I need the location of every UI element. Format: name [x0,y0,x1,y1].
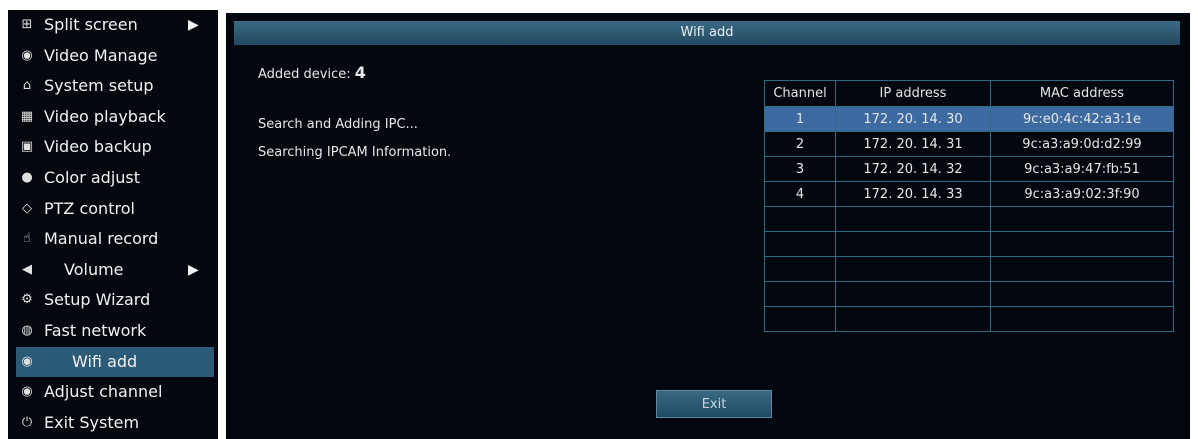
menu-item-label: Video playback [44,106,166,126]
status-line-2: Searching IPCAM Information. [258,145,452,160]
cell-ip-address [835,281,991,307]
table-row[interactable]: 2 172. 20. 14. 31 9c:a3:a9:0d:d2:99 [764,131,1174,157]
table-header-row: Channel IP address MAC address [764,80,1174,107]
camera-icon: ◉ [21,47,33,63]
cell-channel [764,256,836,282]
submenu-arrow-icon: ▶ [188,17,199,33]
header-mac-address: MAC address [990,80,1174,107]
menu-item-split-screen[interactable]: ⊞ Split screen ▶ [8,10,218,40]
menu-item-video-manage[interactable]: ◉ Video Manage [8,41,218,71]
cell-channel: 2 [764,131,836,157]
cell-ip-address: 172. 20. 14. 32 [835,156,991,182]
table-row[interactable] [764,206,1174,232]
added-device-label: Added device: [258,67,351,82]
table-row[interactable] [764,256,1174,282]
menu-item-label: System setup [44,76,154,96]
cell-mac-address: 9c:a3:a9:02:3f:90 [990,181,1174,207]
camera-icon: ◉ [21,353,33,369]
submenu-arrow-icon: ▶ [188,261,199,278]
grid-icon: ⊞ [21,17,33,32]
cell-mac-address: 9c:e0:4c:42:a3:1e [990,106,1174,132]
wifi-add-dialog: Wifi add Added device: 4 Search and Addi… [226,13,1190,439]
menu-item-label: Video backup [44,137,152,157]
menu-item-fast-network[interactable]: ◍ Fast network [8,316,218,346]
cell-ip-address: 172. 20. 14. 31 [835,131,991,157]
menu-item-label: Adjust channel [44,382,163,402]
cell-mac-address: 9c:a3:a9:47:fb:51 [990,156,1174,182]
side-menu: ⊞ Split screen ▶ ◉ Video Manage ⌂ System setup… [8,10,218,439]
film-icon: ▦ [20,108,34,124]
exit-button[interactable]: Exit [656,390,772,418]
wizard-icon: ⚙ [21,292,33,308]
menu-item-ptz-control[interactable]: ◇ PTZ control [8,194,218,224]
menu-item-label: Manual record [44,229,159,249]
floppy-icon: ▣ [20,139,34,155]
speaker-icon: ◀ [22,261,32,277]
menu-item-adjust-channel[interactable]: ◉ Adjust channel [8,377,218,407]
cell-mac-address [990,231,1174,257]
hand-icon: ☝ [23,231,31,247]
network-icon: ◍ [21,323,33,338]
table-row[interactable] [764,231,1174,257]
dialog-title: Wifi add [234,21,1180,45]
cell-channel [764,206,836,232]
menu-item-label: Wifi add [72,351,138,371]
menu-item-wifi-add[interactable]: ◉ Wifi add [16,346,214,377]
menu-item-exit-system[interactable]: ⏻ Exit System [8,408,218,438]
table-row[interactable]: 3 172. 20. 14. 32 9c:a3:a9:47:fb:51 [764,156,1174,182]
device-table: Channel IP address MAC address 1 172. 20.… [764,80,1174,332]
header-ip-address: IP address [835,80,991,107]
cell-ip-address [835,306,991,332]
added-device-row: Added device: 4 [258,63,366,82]
power-icon: ⏻ [21,414,33,430]
cell-mac-address [990,306,1174,332]
menu-item-video-backup[interactable]: ▣ Video backup [8,132,218,162]
cell-channel: 4 [764,181,836,207]
cell-ip-address [835,256,991,282]
menu-item-manual-record[interactable]: ☝ Manual record [8,224,218,254]
menu-item-video-playback[interactable]: ▦ Video playback [8,102,218,132]
menu-item-volume[interactable]: ◀ Volume ▶ [8,255,218,285]
cell-ip-address [835,231,991,257]
menu-item-label: Volume [64,259,124,279]
menu-item-label: Video Manage [44,45,158,65]
cell-ip-address: 172. 20. 14. 30 [835,106,991,132]
menu-item-label: Split screen [44,15,138,34]
cell-channel: 3 [764,156,836,182]
house-icon: ⌂ [22,78,32,94]
menu-item-system-setup[interactable]: ⌂ System setup [8,71,218,101]
table-row[interactable] [764,306,1174,332]
table-row[interactable] [764,281,1174,307]
menu-item-color-adjust[interactable]: ● Color adjust [8,163,218,193]
cell-ip-address [835,206,991,232]
cell-mac-address [990,281,1174,307]
menu-item-label: Setup Wizard [44,290,151,310]
menu-item-setup-wizard[interactable]: ⚙ Setup Wizard [8,285,218,315]
status-line-1: Search and Adding IPC... [258,117,418,132]
palette-icon: ● [21,170,33,185]
cell-channel [764,306,836,332]
table-row[interactable]: 1 172. 20. 14. 30 9c:e0:4c:42:a3:1e [764,106,1174,132]
cell-mac-address [990,206,1174,232]
added-device-count: 4 [354,63,366,82]
menu-item-label: Fast network [44,321,147,340]
ptz-icon: ◇ [22,200,32,216]
cell-mac-address [990,256,1174,282]
menu-item-label: Exit System [44,412,140,432]
table-row[interactable]: 4 172. 20. 14. 33 9c:a3:a9:02:3f:90 [764,181,1174,207]
cell-channel [764,281,836,307]
cell-mac-address: 9c:a3:a9:0d:d2:99 [990,131,1174,157]
camera-icon: ◉ [21,384,33,400]
cell-channel [764,231,836,257]
menu-item-label: PTZ control [44,198,135,218]
cell-channel: 1 [764,106,836,132]
header-channel: Channel [764,80,836,107]
cell-ip-address: 172. 20. 14. 33 [835,181,991,207]
menu-item-label: Color adjust [44,168,141,187]
